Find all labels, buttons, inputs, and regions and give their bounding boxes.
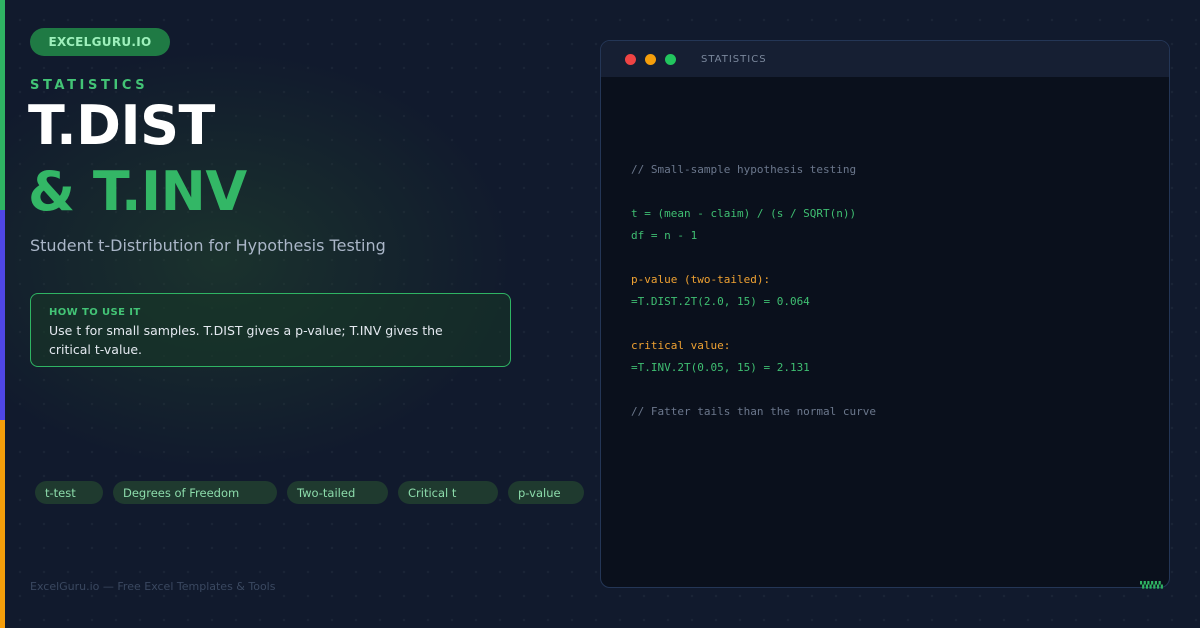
code-comment-outro: // Fatter tails than the normal curve	[631, 405, 877, 418]
minimize-dot-icon	[645, 53, 656, 65]
code-pvalue-label: p-value (two-tailed):	[631, 273, 771, 286]
subtitle: Student t-Distribution for Hypothesis Te…	[30, 236, 386, 255]
title-line-1: T.DIST	[28, 94, 215, 157]
code-comment-intro: // Small-sample hypothesis testing	[631, 163, 857, 176]
tag-p-value: p-value	[508, 481, 584, 504]
tag-t-test: t-test	[35, 481, 103, 504]
code-df-formula: df = n - 1	[631, 229, 698, 242]
maximize-dot-icon	[665, 53, 676, 65]
how-to-use-label: HOW TO USE IT	[49, 307, 141, 318]
code-t-formula: t = (mean - claim) / (s / SQRT(n))	[631, 207, 857, 220]
code-block: // Small-sample hypothesis testing t = (…	[631, 159, 876, 423]
accent-bar-green	[0, 0, 5, 210]
code-critical-formula: =T.INV.2T(0.05, 15) = 2.131	[631, 361, 810, 374]
category-label: STATISTICS	[30, 78, 149, 93]
page-title: T.DIST & T.INV	[28, 94, 247, 224]
window-titlebar: STATISTICS	[601, 41, 1169, 77]
how-to-use-card: HOW TO USE IT Use t for small samples. T…	[30, 293, 511, 367]
tag-list: t-test Degrees of Freedom Two-tailed Cri…	[35, 481, 594, 504]
accent-bar-blue	[0, 210, 5, 420]
brand-badge: EXCELGURU.IO	[30, 28, 170, 56]
code-pvalue-formula: =T.DIST.2T(2.0, 15) = 0.064	[631, 295, 810, 308]
how-to-use-text: Use t for small samples. T.DIST gives a …	[49, 323, 443, 357]
close-dot-icon	[625, 53, 636, 65]
tag-degrees-of-freedom: Degrees of Freedom	[113, 481, 277, 504]
window-title: STATISTICS	[701, 53, 767, 65]
code-window: STATISTICS // Small-sample hypothesis te…	[600, 40, 1170, 588]
accent-bar-orange	[0, 420, 5, 628]
corner-pattern-icon: ▚▚▚▚▚▚	[1140, 581, 1163, 589]
title-line-2: & T.INV	[28, 160, 247, 223]
tag-two-tailed: Two-tailed	[287, 481, 388, 504]
tag-critical-t: Critical t	[398, 481, 498, 504]
code-critical-label: critical value:	[631, 339, 731, 352]
footer-text: ExcelGuru.io — Free Excel Templates & To…	[30, 580, 276, 593]
